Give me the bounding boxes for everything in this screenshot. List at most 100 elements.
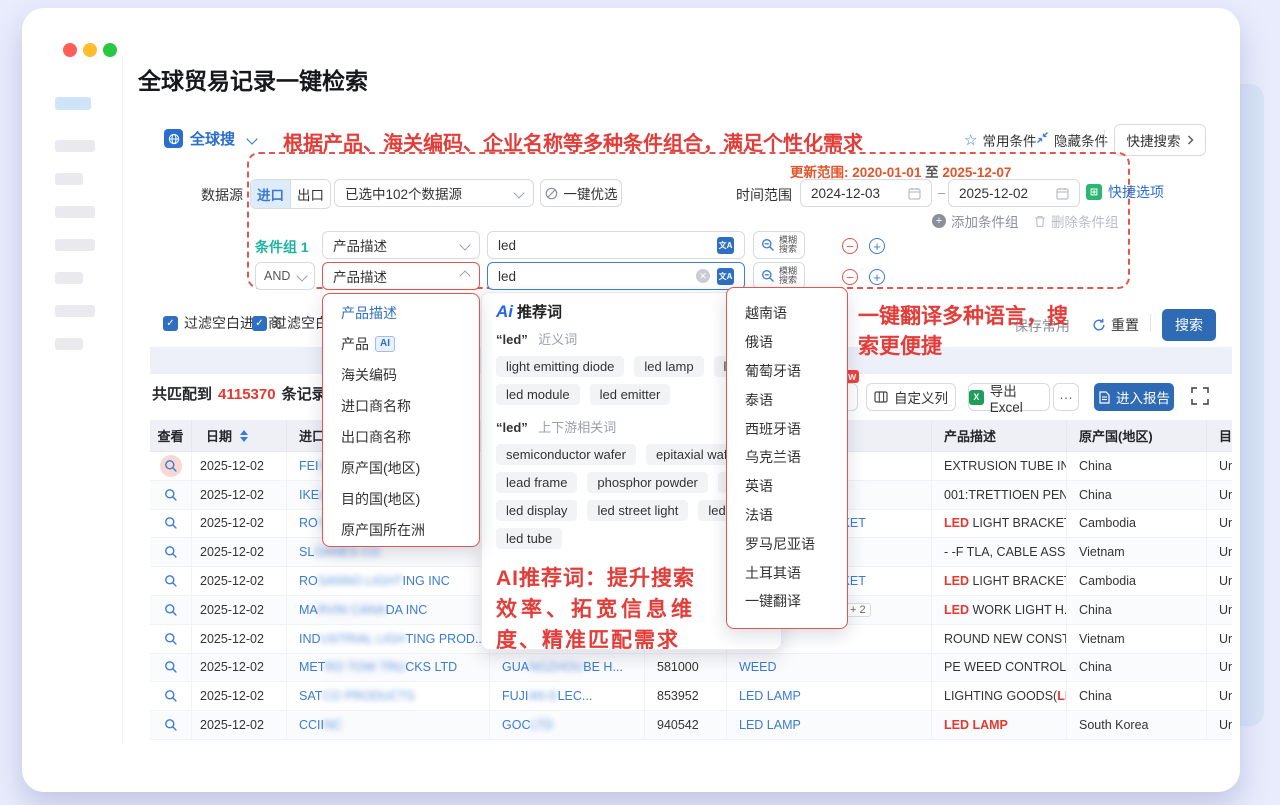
suggestion-tag[interactable]: light emitting diode [496, 356, 624, 377]
sidebar-skeleton-item[interactable] [55, 206, 95, 218]
add-condition-group-button[interactable]: + 添加条件组 [932, 211, 1019, 231]
suggestion-tag[interactable]: phosphor powder [587, 472, 707, 493]
lang-item-portuguese[interactable]: 葡萄牙语 [727, 357, 847, 386]
suggestion-tag[interactable]: led emitter [590, 384, 671, 405]
suggestion-tag[interactable]: led lamp [634, 356, 703, 377]
view-icon[interactable] [160, 484, 182, 506]
lang-item-spanish[interactable]: 西班牙语 [727, 414, 847, 443]
more-actions-button[interactable]: ··· [1053, 383, 1079, 411]
import-segment[interactable]: 进口 [251, 180, 290, 208]
col-description[interactable]: 产品描述 [932, 420, 1067, 451]
importer-cell[interactable]: CCIINC [287, 711, 490, 739]
quick-options-button[interactable]: ⊞ 快捷选项 [1086, 182, 1164, 202]
zoom-button[interactable] [103, 43, 117, 57]
suggestion-tag[interactable]: led display [496, 500, 577, 521]
view-icon[interactable] [160, 685, 182, 707]
col-view[interactable]: 查看 [150, 420, 192, 451]
menu-item-destination-country[interactable]: 目的国(地区) [323, 483, 479, 514]
fuzzy-search-button-1[interactable]: 模糊搜索 [753, 231, 805, 259]
importer-cell[interactable]: METRO TOW TRUCKS LTD [287, 654, 490, 682]
col-destination[interactable]: 目的国(地区) [1207, 420, 1232, 451]
lang-item-english[interactable]: 英语 [727, 472, 847, 501]
menu-item-hs-code[interactable]: 海关编码 [323, 359, 479, 390]
custom-columns-button[interactable]: 自定义列 [866, 383, 956, 411]
view-icon[interactable] [160, 714, 182, 736]
exporter-cell[interactable]: GUANGZHOUBE H... [490, 654, 645, 682]
sidebar-skeleton-item[interactable] [55, 173, 83, 185]
favorite-conditions-button[interactable]: ☆ 常用条件 [964, 130, 1036, 150]
translate-icon[interactable]: 文A [717, 268, 734, 285]
remove-condition-button[interactable]: − [842, 269, 858, 285]
search-scope[interactable]: 全球搜 [164, 128, 256, 149]
fuzzy-search-button-2[interactable]: 模糊搜索 [753, 262, 805, 290]
export-excel-button[interactable]: X 导出Excel [968, 383, 1050, 411]
menu-item-importer-name[interactable]: 进口商名称 [323, 390, 479, 421]
importer-cell[interactable]: INDUSTRIAL LIGHTING PROD... [287, 625, 490, 653]
view-icon[interactable] [160, 541, 182, 563]
menu-item-exporter-name[interactable]: 出口商名称 [323, 421, 479, 452]
view-icon[interactable] [160, 570, 182, 592]
lang-item-one-click-translate[interactable]: 一键翻译 [727, 587, 847, 616]
lang-item-turkish[interactable]: 土耳其语 [727, 558, 847, 587]
view-icon[interactable] [160, 455, 182, 477]
suggestion-tag[interactable]: led tube [496, 528, 562, 549]
importer-cell[interactable]: ROSANNO LIGHTING INC [287, 567, 490, 595]
date-to-input[interactable]: 2025-12-02 [948, 179, 1080, 207]
minimize-button[interactable] [83, 43, 97, 57]
product-name-cell[interactable]: LED LAMP [727, 682, 932, 710]
sidebar-skeleton-item[interactable] [55, 140, 95, 152]
sidebar-item-active[interactable] [55, 97, 91, 110]
lang-item-french[interactable]: 法语 [727, 501, 847, 530]
menu-item-product-description[interactable]: 产品描述 [323, 297, 479, 328]
menu-item-origin-country[interactable]: 原产国(地区) [323, 452, 479, 483]
sidebar-skeleton-item[interactable] [55, 239, 95, 251]
fullscreen-icon[interactable] [1190, 386, 1210, 411]
menu-item-product-ai[interactable]: 产品AI [323, 328, 479, 359]
delete-condition-group-button[interactable]: 删除条件组 [1034, 211, 1119, 231]
suggestion-tag[interactable]: semiconductor wafer [496, 444, 636, 465]
quick-search-button[interactable]: 快捷搜索 [1114, 124, 1206, 156]
sidebar-skeleton-item[interactable] [55, 305, 95, 317]
translate-icon[interactable]: 文A [717, 237, 734, 254]
keyword-input-2[interactable]: led ✕ 文A [487, 262, 745, 290]
product-name-cell[interactable]: WEED [727, 654, 932, 682]
keyword-input-1[interactable]: led 文A [487, 231, 745, 259]
logic-operator-select[interactable]: AND [255, 262, 315, 290]
suggestion-tag[interactable]: led module [496, 384, 580, 405]
hide-conditions-button[interactable]: 隐藏条件 [1036, 130, 1108, 150]
suggestion-tag[interactable]: lead frame [496, 472, 577, 493]
lang-item-thai[interactable]: 泰语 [727, 385, 847, 414]
remove-condition-button[interactable]: − [842, 238, 858, 254]
table-row[interactable]: 2025-12-02 CCIINC GOCLTD 940542 LED LAMP… [150, 711, 1232, 740]
enter-report-button[interactable]: 进入报告 [1094, 383, 1174, 411]
add-condition-button[interactable]: + [869, 269, 885, 285]
product-name-cell[interactable]: LED LAMP [727, 711, 932, 739]
lang-item-vietnamese[interactable]: 越南语 [727, 299, 847, 328]
table-row[interactable]: 2025-12-02 METRO TOW TRUCKS LTD GUANGZHO… [150, 654, 1232, 683]
add-condition-button[interactable]: + [869, 238, 885, 254]
exporter-cell[interactable]: FUJIAN ELEC... [490, 682, 645, 710]
search-button[interactable]: 搜索 [1162, 309, 1216, 341]
suggestion-tag[interactable]: led street light [587, 500, 688, 521]
field-select-1[interactable]: 产品描述 [322, 231, 480, 259]
one-click-optimize-button[interactable]: 一键优选 [540, 179, 622, 207]
lang-item-russian[interactable]: 俄语 [727, 328, 847, 357]
view-icon[interactable] [160, 512, 182, 534]
view-icon[interactable] [160, 628, 182, 650]
sidebar-skeleton-item[interactable] [55, 272, 83, 284]
lang-item-ukrainian[interactable]: 乌克兰语 [727, 443, 847, 472]
field-select-2-open[interactable]: 产品描述 [322, 262, 480, 290]
menu-item-origin-continent[interactable]: 原产国所在洲 [323, 514, 479, 545]
sort-icon[interactable] [240, 430, 248, 442]
exporter-cell[interactable]: GOCLTD [490, 711, 645, 739]
importer-cell[interactable]: MARVIN CANADA INC [287, 596, 490, 624]
date-from-input[interactable]: 2024-12-03 [800, 179, 932, 207]
close-button[interactable] [63, 43, 77, 57]
view-icon[interactable] [160, 656, 182, 678]
export-segment[interactable]: 出口 [290, 180, 330, 208]
importer-cell[interactable]: SATCO PRODUCTS [287, 682, 490, 710]
lang-item-romanian[interactable]: 罗马尼亚语 [727, 529, 847, 558]
data-source-select[interactable]: 已选中102个数据源 [334, 179, 534, 207]
clear-icon[interactable]: ✕ [696, 269, 710, 283]
col-date[interactable]: 日期 [192, 420, 287, 451]
